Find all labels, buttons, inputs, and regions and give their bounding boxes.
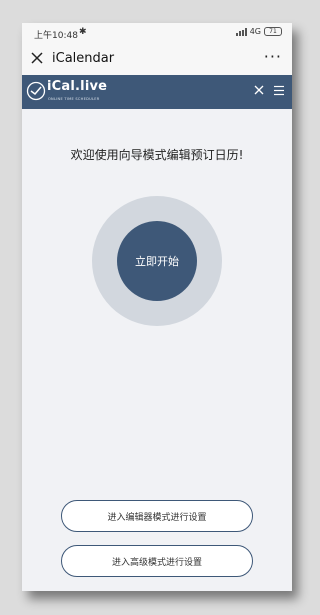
signal-icon	[235, 27, 247, 36]
bluetooth-icon: ✱	[79, 27, 87, 37]
site-navbar: iCal.live ONLINE TIME SCHEDULER	[22, 75, 292, 109]
app-titlebar: iCalendar ···	[22, 43, 292, 75]
nav-close-icon[interactable]	[253, 84, 265, 96]
battery-icon: 71	[264, 27, 282, 36]
editor-mode-button[interactable]: 进入编辑器模式进行设置	[61, 500, 253, 532]
start-button-ring: 立即开始	[92, 196, 222, 326]
page-title: iCalendar	[52, 51, 115, 66]
start-button[interactable]: 立即开始	[117, 221, 197, 301]
more-icon[interactable]: ···	[264, 47, 282, 66]
phone-screen: 上午10:48 ✱ 4G 71 iCalendar ··· iCal.live …	[22, 23, 292, 591]
logo-text[interactable]: iCal.live	[47, 79, 107, 94]
network-type: 4G	[249, 27, 261, 36]
menu-icon[interactable]	[273, 85, 285, 96]
logo-icon[interactable]	[26, 81, 46, 101]
close-icon[interactable]	[29, 50, 45, 66]
status-right: 4G 71	[235, 27, 282, 36]
advanced-mode-button[interactable]: 进入高级模式进行设置	[61, 545, 253, 577]
logo-tagline: ONLINE TIME SCHEDULER	[48, 97, 100, 101]
status-bar: 上午10:48 ✱ 4G 71	[22, 23, 292, 43]
welcome-message: 欢迎使用向导模式编辑预订日历!	[70, 148, 244, 162]
status-time: 上午10:48	[34, 31, 78, 41]
